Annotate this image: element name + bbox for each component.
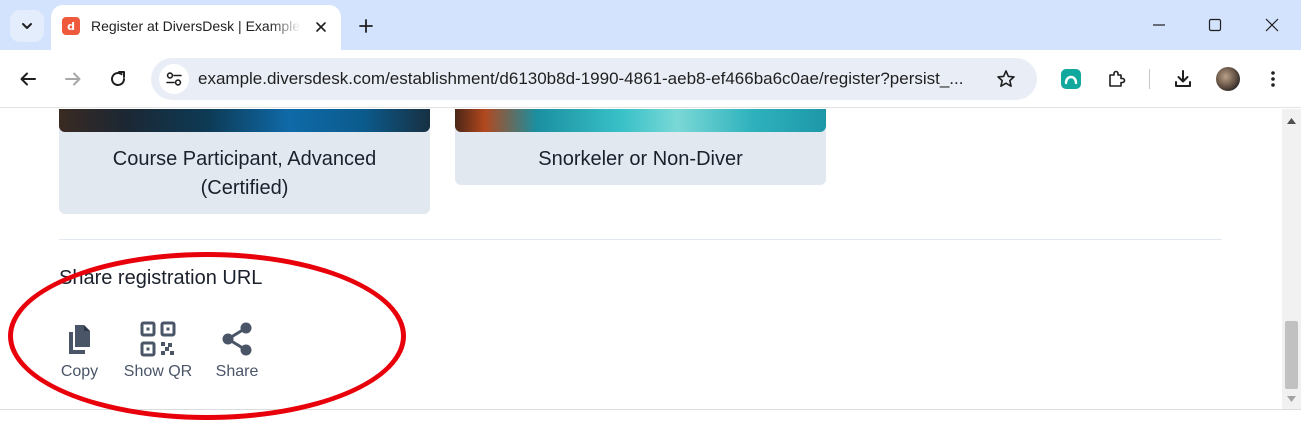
show-qr-label: Show QR xyxy=(123,363,193,380)
browser-menu-button[interactable] xyxy=(1257,63,1289,95)
bookmark-button[interactable] xyxy=(993,66,1019,92)
tab-strip: d Register at DiversDesk | Example xyxy=(0,0,1301,50)
minimize-icon xyxy=(1153,24,1165,26)
card-title: (Certified) xyxy=(200,177,289,199)
reload-icon xyxy=(111,71,125,86)
show-qr-button[interactable]: Show QR xyxy=(122,319,194,381)
triangle-up-icon xyxy=(1287,118,1296,124)
arrow-left-icon xyxy=(20,72,36,86)
arrow-right-icon xyxy=(65,72,81,86)
registration-type-card-snorkeler[interactable]: Snorkeler or Non-Diver xyxy=(455,109,826,185)
scroll-up-button[interactable] xyxy=(1282,113,1301,129)
browser-tab[interactable]: d Register at DiversDesk | Example xyxy=(51,5,341,50)
qr-code-icon xyxy=(140,321,176,357)
section-divider xyxy=(59,239,1222,240)
diversdesk-favicon-icon: d xyxy=(62,17,80,35)
extensions-menu-button[interactable] xyxy=(1100,63,1132,95)
registration-type-card-advanced[interactable]: Course Participant, Advanced (Certified) xyxy=(59,109,430,214)
back-button[interactable] xyxy=(12,63,44,95)
copy-url-button[interactable]: Copy xyxy=(57,319,102,381)
browser-toolbar: example.diversdesk.com/establishment/d61… xyxy=(0,50,1301,108)
star-icon xyxy=(997,70,1015,87)
address-bar[interactable]: example.diversdesk.com/establishment/d61… xyxy=(151,58,1037,100)
card-title: Snorkeler or Non-Diver xyxy=(538,148,743,170)
maximize-icon xyxy=(1208,18,1222,32)
window-bottom-edge xyxy=(0,409,1301,422)
card-title: Course Participant, Advanced xyxy=(112,148,377,170)
copy-icon xyxy=(68,325,90,354)
triangle-down-icon xyxy=(1287,396,1296,402)
site-info-button[interactable] xyxy=(159,64,189,94)
tune-icon xyxy=(166,72,182,86)
downloads-button[interactable] xyxy=(1167,63,1199,95)
close-icon xyxy=(316,22,326,32)
more-vertical-icon xyxy=(1271,71,1275,87)
new-tab-button[interactable] xyxy=(352,12,380,40)
close-window-button[interactable] xyxy=(1243,0,1301,50)
extension-app-icon xyxy=(1061,69,1081,89)
forward-button[interactable] xyxy=(57,63,89,95)
share-section-heading: Share registration URL xyxy=(59,267,263,289)
card-image-water xyxy=(455,109,826,132)
url-text[interactable]: example.diversdesk.com/establishment/d61… xyxy=(198,69,988,89)
extension-button[interactable] xyxy=(1055,63,1087,95)
favicon-glyph: d xyxy=(67,19,75,33)
scrollbar-thumb[interactable] xyxy=(1285,321,1298,389)
reload-button[interactable] xyxy=(102,63,134,95)
toolbar-separator xyxy=(1149,69,1150,89)
share-label: Share xyxy=(215,363,259,380)
plus-icon xyxy=(359,19,373,33)
maximize-button[interactable] xyxy=(1186,0,1244,50)
chevron-down-icon xyxy=(22,23,32,29)
page-viewport: Course Participant, Advanced (Certified)… xyxy=(0,109,1282,409)
tab-search-button[interactable] xyxy=(10,10,44,42)
copy-label: Copy xyxy=(60,363,99,380)
profile-avatar[interactable] xyxy=(1216,67,1240,91)
tab-close-button[interactable] xyxy=(310,16,332,38)
close-icon xyxy=(1265,18,1279,32)
scroll-down-button[interactable] xyxy=(1282,391,1301,407)
card-image-divers xyxy=(59,109,430,132)
minimize-button[interactable] xyxy=(1130,0,1188,50)
share-icon xyxy=(222,322,252,356)
share-url-button[interactable]: Share xyxy=(212,319,262,381)
page-scrollbar[interactable] xyxy=(1282,109,1301,409)
tab-title: Register at DiversDesk | Example xyxy=(91,18,301,34)
download-icon xyxy=(1175,70,1191,87)
puzzle-icon xyxy=(1109,70,1126,87)
